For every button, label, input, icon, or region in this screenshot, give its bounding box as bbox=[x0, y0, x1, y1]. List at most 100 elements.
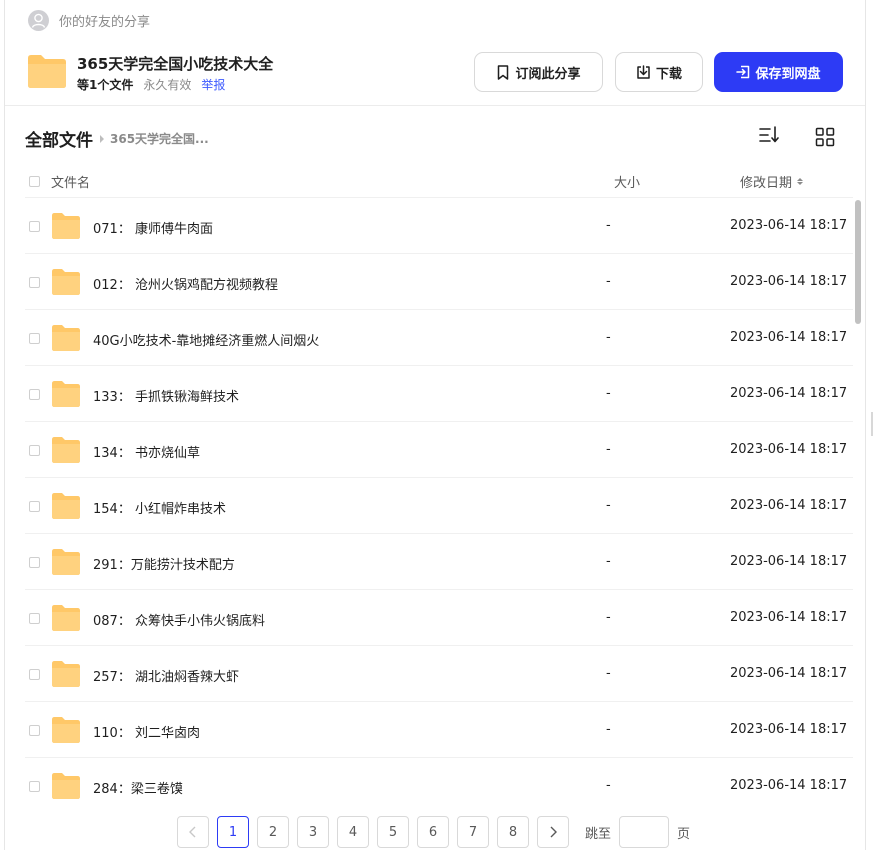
file-name[interactable]: 133： 手抓铁锹海鲜技术 bbox=[93, 386, 239, 405]
frame-border-left bbox=[4, 0, 5, 850]
row-checkbox[interactable] bbox=[29, 781, 40, 792]
file-size: - bbox=[606, 386, 611, 401]
file-date: 2023-06-14 18:17 bbox=[730, 274, 848, 289]
chevron-right-icon[interactable] bbox=[537, 816, 569, 848]
table-row[interactable]: 291：万能捞汁技术配方 - 2023-06-14 18:17 bbox=[25, 533, 853, 589]
row-checkbox[interactable] bbox=[29, 669, 40, 680]
select-all-checkbox[interactable] bbox=[29, 176, 40, 187]
file-name[interactable]: 40G小吃技术-靠地摊经济重燃人间烟火 bbox=[93, 330, 319, 349]
save-label: 保存到网盘 bbox=[755, 66, 821, 82]
table-row[interactable]: 087： 众筹快手小伟火锅底料 - 2023-06-14 18:17 bbox=[25, 589, 853, 645]
sharer-info: 你的好友的分享 bbox=[28, 9, 150, 31]
header-divider bbox=[5, 105, 865, 106]
download-button[interactable]: 下载 bbox=[615, 52, 703, 92]
page-button-4[interactable]: 4 bbox=[337, 816, 369, 848]
file-name[interactable]: 071： 康师傅牛肉面 bbox=[93, 218, 213, 237]
file-date: 2023-06-14 18:17 bbox=[730, 218, 848, 233]
folder-icon bbox=[52, 493, 80, 523]
row-checkbox[interactable] bbox=[29, 389, 40, 400]
file-date: 2023-06-14 18:17 bbox=[730, 722, 848, 737]
page-button-1[interactable]: 1 bbox=[217, 816, 249, 848]
table-row[interactable]: 154： 小红帽炸串技术 - 2023-06-14 18:17 bbox=[25, 477, 853, 533]
file-size: - bbox=[606, 274, 611, 289]
jump-page-input[interactable] bbox=[619, 816, 670, 848]
file-date: 2023-06-14 18:17 bbox=[730, 498, 848, 513]
folder-icon bbox=[28, 55, 66, 92]
jump-unit: 页 bbox=[677, 826, 691, 842]
folder-icon bbox=[52, 773, 80, 803]
row-checkbox[interactable] bbox=[29, 725, 40, 736]
file-name[interactable]: 291：万能捞汁技术配方 bbox=[93, 554, 235, 573]
report-link[interactable]: 举报 bbox=[201, 76, 225, 93]
table-row[interactable]: 110： 刘二华卤肉 - 2023-06-14 18:17 bbox=[25, 701, 853, 757]
table-row[interactable]: 40G小吃技术-靠地摊经济重燃人间烟火 - 2023-06-14 18:17 bbox=[25, 309, 853, 365]
folder-icon bbox=[52, 269, 80, 299]
column-header-date[interactable]: 修改日期 bbox=[740, 172, 804, 191]
folder-icon bbox=[52, 717, 80, 747]
breadcrumb: 全部文件 365天学完全国... bbox=[25, 126, 209, 151]
row-checkbox[interactable] bbox=[29, 221, 40, 232]
folder-icon bbox=[52, 661, 80, 691]
file-list: 071： 康师傅牛肉面 -2023-06-14 18:17 012： 沧州火锅鸡配方… bbox=[25, 197, 853, 813]
row-checkbox[interactable] bbox=[29, 613, 40, 624]
file-name[interactable]: 257： 湖北油焖香辣大虾 bbox=[93, 666, 239, 685]
user-icon bbox=[28, 9, 49, 31]
file-size: - bbox=[606, 722, 611, 737]
row-checkbox[interactable] bbox=[29, 501, 40, 512]
file-name[interactable]: 134： 书亦烧仙草 bbox=[93, 442, 200, 461]
folder-icon bbox=[52, 549, 80, 579]
table-row[interactable]: 133： 手抓铁锹海鲜技术 - 2023-06-14 18:17 bbox=[25, 365, 853, 421]
table-row[interactable]: 284：梁三卷馍 - 2023-06-14 18:17 bbox=[25, 757, 853, 813]
file-name[interactable]: 284：梁三卷馍 bbox=[93, 778, 183, 797]
download-label: 下载 bbox=[655, 66, 682, 82]
table-row[interactable]: 134： 书亦烧仙草 - 2023-06-14 18:17 bbox=[25, 421, 853, 477]
subscribe-button[interactable]: 订阅此分享 bbox=[474, 52, 603, 92]
table-row[interactable]: 071： 康师傅牛肉面 - 2023-06-14 18:17 bbox=[25, 197, 853, 253]
breadcrumb-root[interactable]: 全部文件 bbox=[25, 126, 93, 151]
column-header-size: 大小 bbox=[614, 176, 641, 191]
folder-icon bbox=[52, 605, 80, 635]
table-row[interactable]: 257： 湖北油焖香辣大虾 - 2023-06-14 18:17 bbox=[25, 645, 853, 701]
row-checkbox[interactable] bbox=[29, 333, 40, 344]
page-button-8[interactable]: 8 bbox=[497, 816, 529, 848]
file-size: - bbox=[606, 778, 611, 793]
file-date: 2023-06-14 18:17 bbox=[730, 442, 848, 457]
share-meta: 等1个文件 永久有效 举报 bbox=[77, 76, 225, 93]
file-name[interactable]: 087： 众筹快手小伟火锅底料 bbox=[93, 610, 265, 629]
sort-icon[interactable] bbox=[758, 124, 780, 146]
table-row[interactable]: 012： 沧州火锅鸡配方视频教程 - 2023-06-14 18:17 bbox=[25, 253, 853, 309]
scrollbar-thumb[interactable] bbox=[855, 200, 861, 324]
chevron-left-icon[interactable] bbox=[177, 816, 209, 848]
share-title: 365天学完全国小吃技术大全 bbox=[77, 55, 274, 73]
page-button-5[interactable]: 5 bbox=[377, 816, 409, 848]
file-name[interactable]: 154： 小红帽炸串技术 bbox=[93, 498, 226, 517]
file-date: 2023-06-14 18:17 bbox=[730, 666, 848, 681]
row-checkbox[interactable] bbox=[29, 277, 40, 288]
file-name[interactable]: 012： 沧州火锅鸡配方视频教程 bbox=[93, 274, 278, 293]
breadcrumb-separator-icon bbox=[100, 134, 104, 143]
row-checkbox[interactable] bbox=[29, 557, 40, 568]
column-header-name: 文件名 bbox=[51, 176, 91, 191]
file-size: - bbox=[606, 498, 611, 513]
file-size: - bbox=[606, 218, 611, 233]
file-date: 2023-06-14 18:17 bbox=[730, 778, 848, 793]
file-size: - bbox=[606, 442, 611, 457]
bookmark-icon bbox=[498, 64, 509, 80]
validity-label: 永久有效 bbox=[143, 78, 192, 92]
page-button-3[interactable]: 3 bbox=[297, 816, 329, 848]
file-size: - bbox=[606, 330, 611, 345]
file-name[interactable]: 110： 刘二华卤肉 bbox=[93, 722, 200, 741]
page-button-7[interactable]: 7 bbox=[457, 816, 489, 848]
folder-icon bbox=[52, 325, 80, 355]
save-to-drive-button[interactable]: 保存到网盘 bbox=[714, 52, 843, 92]
page-button-2[interactable]: 2 bbox=[257, 816, 289, 848]
download-icon bbox=[637, 64, 650, 79]
row-checkbox[interactable] bbox=[29, 445, 40, 456]
file-date: 2023-06-14 18:17 bbox=[730, 610, 848, 625]
page-button-6[interactable]: 6 bbox=[417, 816, 449, 848]
file-size: - bbox=[606, 610, 611, 625]
frame-border-right bbox=[865, 0, 866, 850]
file-date: 2023-06-14 18:17 bbox=[730, 330, 848, 345]
subscribe-label: 订阅此分享 bbox=[515, 66, 581, 82]
grid-view-icon[interactable] bbox=[815, 127, 835, 147]
